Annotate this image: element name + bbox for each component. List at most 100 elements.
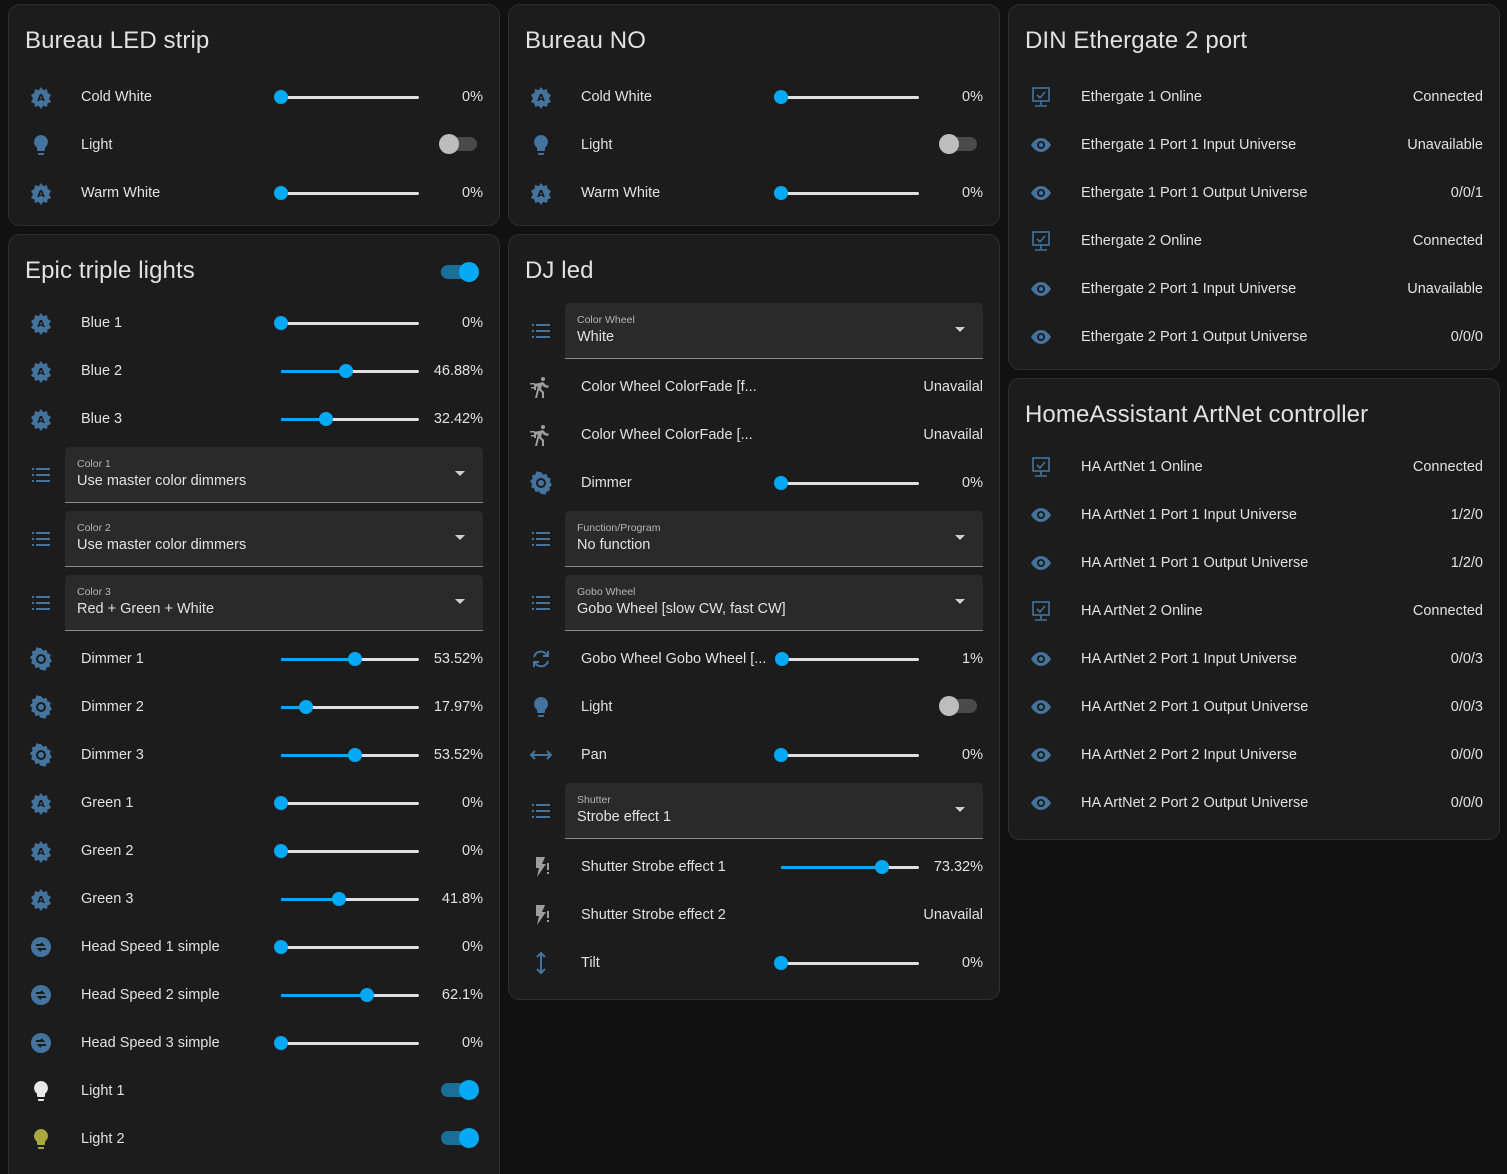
entity-row-light[interactable]: Light <box>9 121 499 169</box>
color-wheel-select[interactable]: Color Wheel White <box>565 303 983 359</box>
entity-row-warm-white[interactable]: Warm White 0% <box>509 169 999 217</box>
entity-row-ha-artnet-2-port-2-output[interactable]: HA ArtNet 2 Port 2 Output Universe 0/0/0 <box>1009 779 1499 827</box>
entity-row-ha-artnet-2-port-2-input[interactable]: HA ArtNet 2 Port 2 Input Universe 0/0/0 <box>1009 731 1499 779</box>
entity-row-ethergate-2-online[interactable]: Ethergate 2 Online Connected <box>1009 217 1499 265</box>
entity-row-green-1[interactable]: Green 1 0% <box>9 779 499 827</box>
entity-value: 0/0/0 <box>1450 795 1483 811</box>
brightness-slider[interactable] <box>274 90 419 104</box>
entity-value: 53.52% <box>433 651 483 667</box>
entity-row-light-2[interactable]: Light 2 <box>9 1115 499 1163</box>
entity-row-blue-1[interactable]: Blue 1 0% <box>9 299 499 347</box>
eye-icon <box>1029 695 1053 719</box>
shutter-select[interactable]: Shutter Strobe effect 1 <box>565 783 983 839</box>
color-3-select[interactable]: Color 3 Red + Green + White <box>65 575 483 631</box>
level-slider[interactable] <box>281 364 419 378</box>
light-toggle[interactable] <box>441 1080 479 1100</box>
entity-row-dimmer-2[interactable]: Dimmer 2 17.97% <box>9 683 499 731</box>
entity-row-ethergate-1-online[interactable]: Ethergate 1 Online Connected <box>1009 73 1499 121</box>
entity-row-dimmer-1[interactable]: Dimmer 1 53.52% <box>9 635 499 683</box>
entity-row-light[interactable]: Light <box>509 121 999 169</box>
entity-row-tilt[interactable]: Tilt 0% <box>509 939 999 987</box>
level-slider[interactable] <box>774 956 919 970</box>
header-toggle[interactable] <box>441 262 479 282</box>
level-slider[interactable] <box>274 316 419 330</box>
entity-row-ha-artnet-2-online[interactable]: HA ArtNet 2 Online Connected <box>1009 587 1499 635</box>
entity-row-dimmer[interactable]: Dimmer 0% <box>509 459 999 507</box>
entity-row-head-speed-1[interactable]: Head Speed 1 simple 0% <box>9 923 499 971</box>
monitor-check-icon <box>1029 455 1053 479</box>
entity-row-strobe-2[interactable]: Shutter Strobe effect 2 Unavailal <box>509 891 999 939</box>
entity-value: Connected <box>1412 233 1483 249</box>
level-slider[interactable] <box>274 844 419 858</box>
entity-value: Unavailal <box>923 379 983 395</box>
light-toggle[interactable] <box>939 134 977 154</box>
level-slider[interactable] <box>281 652 419 666</box>
entity-row-green-3[interactable]: Green 3 41.8% <box>9 875 499 923</box>
entity-row-ethergate-1-port-1-input[interactable]: Ethergate 1 Port 1 Input Universe Unavai… <box>1009 121 1499 169</box>
select-value: Red + Green + White <box>77 601 215 617</box>
level-slider[interactable] <box>774 748 919 762</box>
function-select[interactable]: Function/Program No function <box>565 511 983 567</box>
entity-row-green-2[interactable]: Green 2 0% <box>9 827 499 875</box>
entity-row-ha-artnet-2-port-1-output[interactable]: HA ArtNet 2 Port 1 Output Universe 0/0/3 <box>1009 683 1499 731</box>
entity-name: Cold White <box>581 89 652 105</box>
entity-row-ha-artnet-1-online[interactable]: HA ArtNet 1 Online Connected <box>1009 443 1499 491</box>
gear-brightness-icon <box>29 743 53 767</box>
entity-row-head-speed-3[interactable]: Head Speed 3 simple 0% <box>9 1019 499 1067</box>
entity-row-ethergate-1-port-1-output[interactable]: Ethergate 1 Port 1 Output Universe 0/0/1 <box>1009 169 1499 217</box>
entity-row-light[interactable]: Light <box>509 683 999 731</box>
entity-row-ethergate-2-port-1-input[interactable]: Ethergate 2 Port 1 Input Universe Unavai… <box>1009 265 1499 313</box>
entity-value: 1/2/0 <box>1450 555 1483 571</box>
level-slider[interactable] <box>281 892 419 906</box>
brightness-slider[interactable] <box>774 90 919 104</box>
entity-value: Unavailal <box>923 907 983 923</box>
entity-name: Shutter Strobe effect 1 <box>581 859 726 875</box>
entity-row-strobe-1[interactable]: Shutter Strobe effect 1 73.32% <box>509 843 999 891</box>
entity-row-warm-white[interactable]: Warm White 0% <box>9 169 499 217</box>
select-row-color-2: Color 2 Use master color dimmers <box>9 511 499 567</box>
entity-name: Shutter Strobe effect 2 <box>581 907 726 923</box>
brightness-slider[interactable] <box>774 186 919 200</box>
format-list-icon <box>529 319 553 343</box>
entity-row-ethergate-2-port-1-output[interactable]: Ethergate 2 Port 1 Output Universe 0/0/0 <box>1009 313 1499 361</box>
entity-row-cold-white[interactable]: Cold White 0% <box>9 73 499 121</box>
entity-row-colorfade-1[interactable]: Color Wheel ColorFade [f... Unavailal <box>509 363 999 411</box>
card-din-ethergate: DIN Ethergate 2 port Ethergate 1 Online … <box>1008 4 1500 370</box>
level-slider[interactable] <box>775 652 919 666</box>
entity-row-head-speed-2[interactable]: Head Speed 2 simple 62.1% <box>9 971 499 1019</box>
card-title: DIN Ethergate 2 port <box>1025 27 1248 54</box>
level-slider[interactable] <box>774 476 919 490</box>
level-slider[interactable] <box>281 748 419 762</box>
entity-row-ha-artnet-1-port-1-input[interactable]: HA ArtNet 1 Port 1 Input Universe 1/2/0 <box>1009 491 1499 539</box>
level-slider[interactable] <box>281 412 419 426</box>
entity-row-colorfade-2[interactable]: Color Wheel ColorFade [... Unavailal <box>509 411 999 459</box>
entity-row-ha-artnet-2-port-1-input[interactable]: HA ArtNet 2 Port 1 Input Universe 0/0/3 <box>1009 635 1499 683</box>
select-label: Color 2 <box>77 522 111 534</box>
level-slider[interactable] <box>274 1036 419 1050</box>
level-slider[interactable] <box>281 700 419 714</box>
entity-row-ha-artnet-1-port-1-output[interactable]: HA ArtNet 1 Port 1 Output Universe 1/2/0 <box>1009 539 1499 587</box>
select-label: Function/Program <box>577 522 661 534</box>
entity-name: Light <box>581 699 613 715</box>
entity-row-dimmer-3[interactable]: Dimmer 3 53.52% <box>9 731 499 779</box>
brightness-slider[interactable] <box>274 186 419 200</box>
entity-value: 0% <box>962 747 983 763</box>
gobo-wheel-select[interactable]: Gobo Wheel Gobo Wheel [slow CW, fast CW] <box>565 575 983 631</box>
level-slider[interactable] <box>781 860 919 874</box>
entity-row-light-1[interactable]: Light 1 <box>9 1067 499 1115</box>
color-2-select[interactable]: Color 2 Use master color dimmers <box>65 511 483 567</box>
light-toggle[interactable] <box>939 696 977 716</box>
entity-row-blue-3[interactable]: Blue 3 32.42% <box>9 395 499 443</box>
level-slider[interactable] <box>281 988 419 1002</box>
light-toggle[interactable] <box>439 134 477 154</box>
light-toggle[interactable] <box>441 1128 479 1148</box>
entity-value: 0% <box>462 89 483 105</box>
level-slider[interactable] <box>274 796 419 810</box>
entity-row-pan[interactable]: Pan 0% <box>509 731 999 779</box>
level-slider[interactable] <box>274 940 419 954</box>
entity-row-gobo-rotation[interactable]: Gobo Wheel Gobo Wheel [... 1% <box>509 635 999 683</box>
brightness-auto-icon <box>29 311 53 335</box>
entity-row-cold-white[interactable]: Cold White 0% <box>509 73 999 121</box>
color-1-select[interactable]: Color 1 Use master color dimmers <box>65 447 483 503</box>
entity-row-blue-2[interactable]: Blue 2 46.88% <box>9 347 499 395</box>
